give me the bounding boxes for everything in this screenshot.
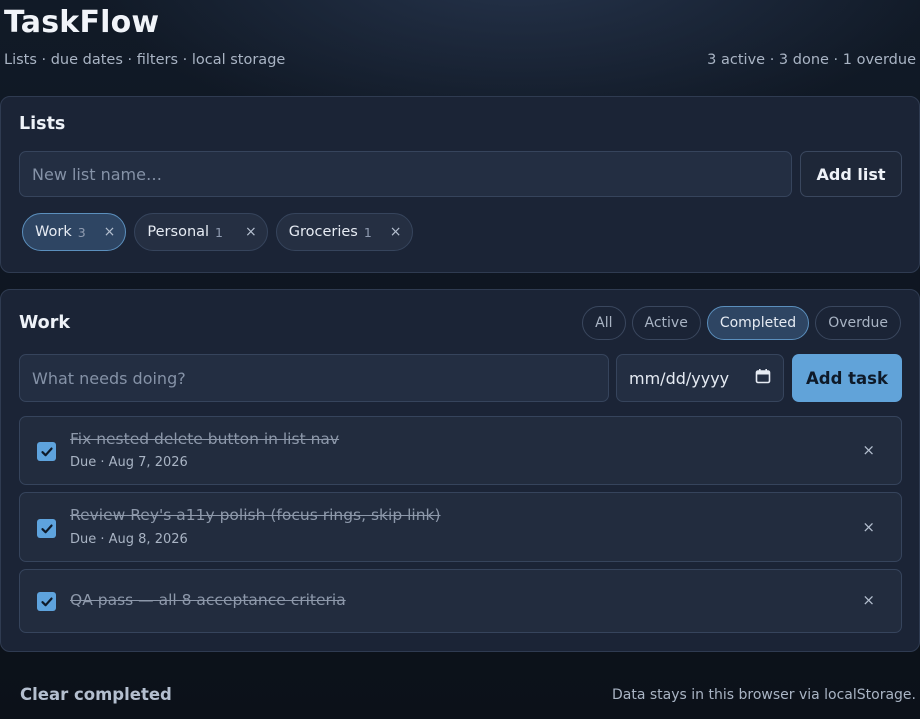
task-item: QA pass — all 8 acceptance criteria ×: [19, 569, 902, 633]
task-text: QA pass — all 8 acceptance criteria: [70, 591, 346, 609]
list-chip-groceries[interactable]: Groceries 1 ×: [275, 213, 413, 251]
task-stats: 3 active · 3 done · 1 overdue: [707, 52, 916, 68]
filter-group: All Active Completed Overdue: [582, 306, 901, 340]
task-text: Review Rey's a11y polish (focus rings, s…: [70, 506, 441, 524]
list-chip-name: Personal: [147, 224, 210, 240]
storage-note: Data stays in this browser via localStor…: [612, 687, 916, 703]
calendar-icon[interactable]: [755, 368, 771, 388]
task-checkbox[interactable]: [37, 442, 56, 461]
filter-all[interactable]: All: [582, 306, 626, 340]
page-title: TaskFlow: [4, 5, 160, 40]
lists-panel: Lists Add list Work 3 × Personal 1 × Gro…: [0, 96, 920, 273]
clear-completed-button[interactable]: Clear completed: [20, 685, 172, 704]
task-due-date: Due · Aug 8, 2026: [70, 532, 188, 547]
tasks-panel: Work All Active Completed Overdue mm/dd/…: [0, 289, 920, 652]
delete-task-icon[interactable]: ×: [862, 591, 875, 609]
filter-overdue[interactable]: Overdue: [815, 306, 901, 340]
add-list-button[interactable]: Add list: [800, 151, 902, 197]
task-due-date: Due · Aug 7, 2026: [70, 455, 188, 470]
list-chip-count: 1: [215, 224, 223, 240]
task-item: Review Rey's a11y polish (focus rings, s…: [19, 492, 902, 562]
delete-list-icon[interactable]: ×: [245, 224, 257, 240]
new-list-input[interactable]: [19, 151, 792, 197]
due-date-field[interactable]: mm/dd/yyyy: [616, 354, 784, 402]
add-task-button[interactable]: Add task: [792, 354, 902, 402]
list-chips: Work 3 × Personal 1 × Groceries 1 ×: [22, 213, 413, 251]
delete-task-icon[interactable]: ×: [862, 518, 875, 536]
delete-task-icon[interactable]: ×: [862, 441, 875, 459]
current-list-heading: Work: [19, 313, 70, 333]
filter-completed[interactable]: Completed: [706, 306, 810, 340]
checkmark-icon: [40, 597, 53, 606]
task-checkbox[interactable]: [37, 519, 56, 538]
lists-heading: Lists: [19, 114, 66, 134]
list-chip-count: 3: [77, 224, 86, 240]
task-checkbox[interactable]: [37, 592, 56, 611]
page-subtitle: Lists · due dates · filters · local stor…: [4, 52, 286, 68]
delete-list-icon[interactable]: ×: [104, 224, 116, 240]
new-task-input[interactable]: [19, 354, 609, 402]
list-chip-work[interactable]: Work 3 ×: [22, 213, 127, 251]
due-date-placeholder: mm/dd/yyyy: [629, 368, 730, 388]
list-chip-name: Work: [35, 224, 72, 240]
checkmark-icon: [40, 447, 53, 456]
filter-active[interactable]: Active: [631, 306, 701, 340]
list-chip-count: 1: [363, 224, 372, 240]
task-item: Fix nested delete button in list nav Due…: [19, 416, 902, 485]
list-chip-personal[interactable]: Personal 1 ×: [134, 213, 268, 251]
task-text: Fix nested delete button in list nav: [70, 430, 340, 448]
list-chip-name: Groceries: [288, 224, 358, 240]
delete-list-icon[interactable]: ×: [390, 224, 402, 240]
checkmark-icon: [40, 524, 53, 533]
